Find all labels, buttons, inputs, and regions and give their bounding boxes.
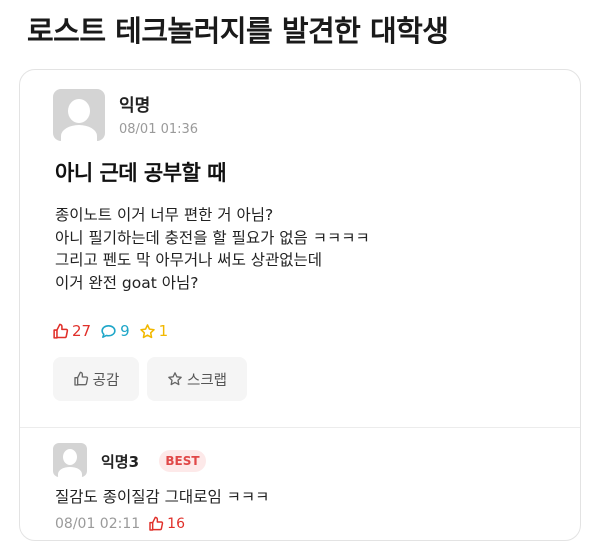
post-body-line: 그리고 펜도 막 아무거나 써도 상관없는데 bbox=[55, 251, 323, 269]
scrap-count-value: 1 bbox=[158, 322, 169, 340]
post-avatar bbox=[53, 89, 105, 141]
post-body-line: 아니 필기하는데 충전을 할 필요가 없음 ㅋㅋㅋㅋ bbox=[55, 228, 370, 247]
headline: 로스트 테크놀러지를 발견한 대학생 bbox=[27, 14, 449, 48]
best-badge: BEST bbox=[159, 450, 206, 472]
post-card: 익명 08/01 01:36 아니 근데 공부할 때 종이노트 이거 너무 편한… bbox=[19, 69, 581, 541]
post-stats: 27 9 1 bbox=[52, 322, 177, 340]
post-body-line: 이거 완전 goat 아님? bbox=[55, 273, 199, 292]
post-time: 08/01 01:36 bbox=[119, 122, 199, 137]
comment-text: 질감도 종이질감 그대로임 ㅋㅋㅋ bbox=[55, 488, 270, 506]
comment-count: 9 bbox=[100, 322, 130, 340]
star-icon bbox=[168, 372, 182, 386]
like-count-value: 27 bbox=[72, 322, 92, 340]
post-author: 익명 bbox=[119, 96, 151, 116]
comment-meta: 08/01 02:11 16 bbox=[55, 516, 185, 532]
like-count: 27 bbox=[52, 322, 91, 340]
like-button-label: 공감 bbox=[92, 372, 120, 389]
thumbs-up-icon bbox=[149, 516, 164, 531]
thumbs-up-icon bbox=[53, 323, 69, 339]
star-icon bbox=[139, 323, 155, 338]
speech-bubble-icon bbox=[101, 324, 116, 338]
comment-like-count: 16 bbox=[167, 516, 185, 532]
comment-avatar bbox=[53, 443, 87, 477]
scrap-button[interactable]: 스크랩 bbox=[147, 357, 247, 401]
comment-author: 익명3 bbox=[101, 453, 140, 471]
post-body-line: 종이노트 이거 너무 편한 거 아님? bbox=[55, 206, 274, 224]
post-body: 종이노트 이거 너무 편한 거 아님? 아니 필기하는데 충전을 할 필요가 없… bbox=[55, 204, 370, 294]
scrap-count: 1 bbox=[139, 322, 169, 340]
scrap-button-label: 스크랩 bbox=[186, 372, 228, 389]
comment-count-value: 9 bbox=[120, 322, 130, 340]
divider bbox=[20, 427, 580, 428]
post-title: 아니 근데 공부할 때 bbox=[55, 161, 227, 185]
comment-time: 08/01 02:11 bbox=[55, 516, 141, 532]
like-button[interactable]: 공감 bbox=[53, 357, 139, 401]
thumbs-up-icon bbox=[73, 371, 88, 386]
